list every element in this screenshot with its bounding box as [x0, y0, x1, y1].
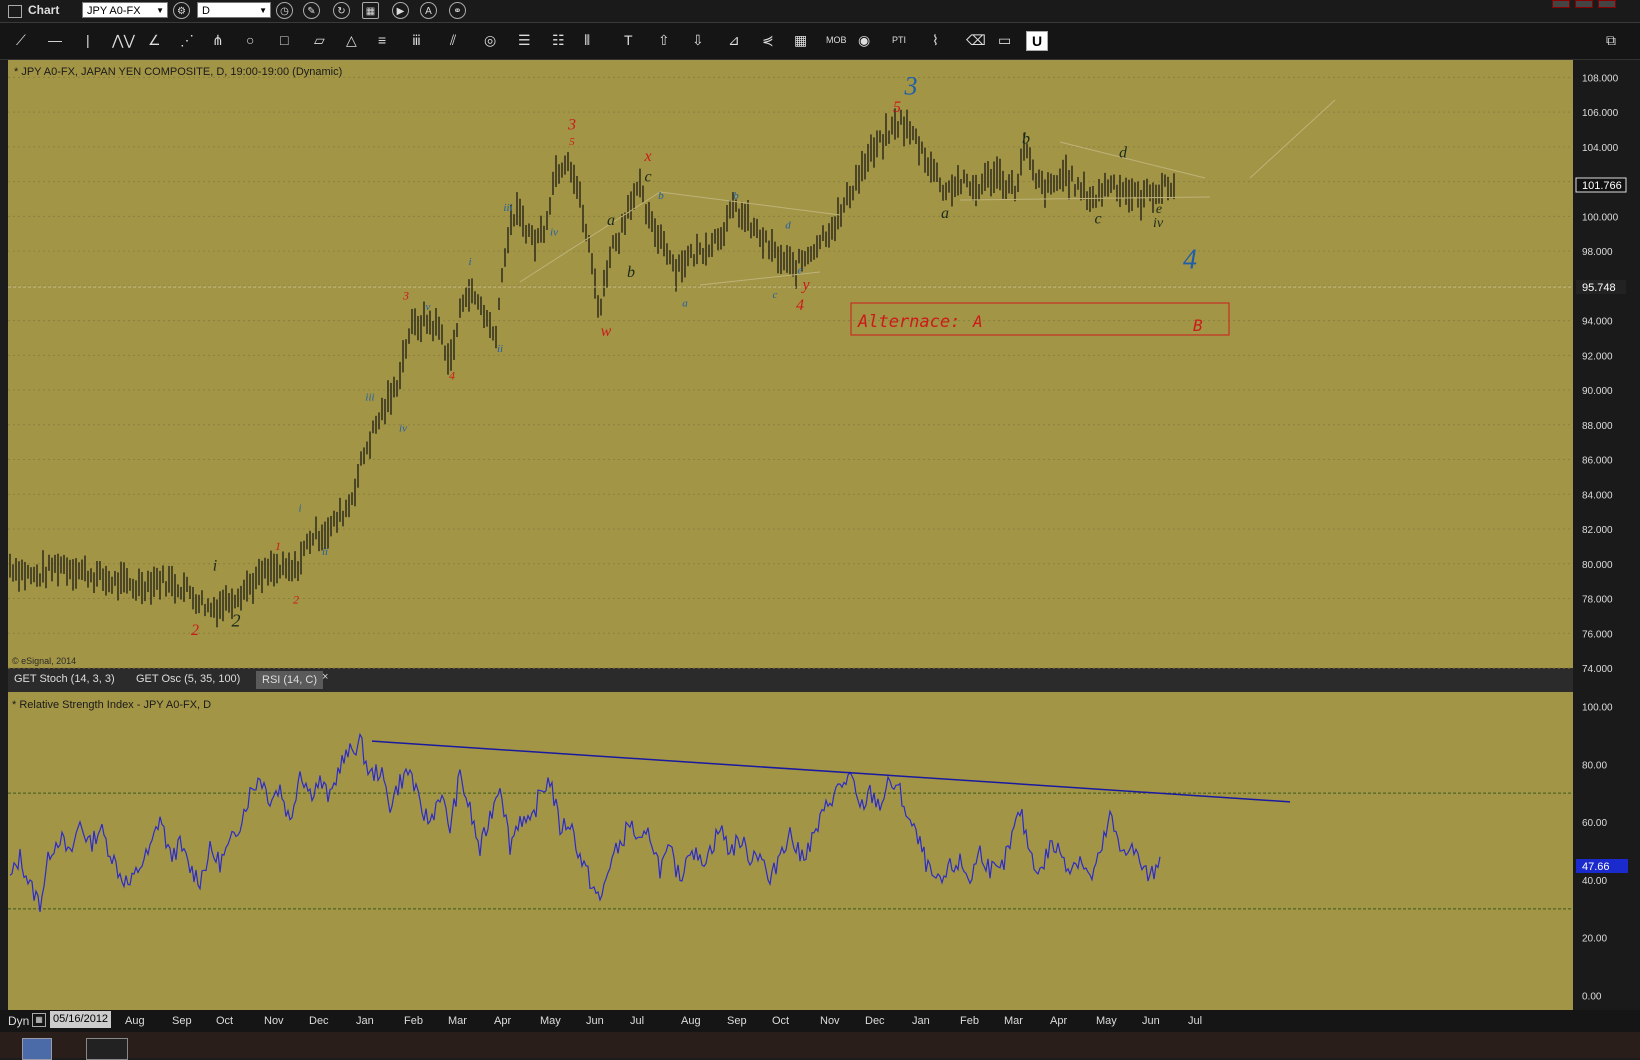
wave-label: a — [941, 205, 949, 222]
wave-label: b — [658, 190, 664, 202]
chart-header: * JPY A0-FX, JAPAN YEN COMPOSITE, D, 19:… — [14, 66, 342, 78]
price-tick-label: 98.000 — [1582, 247, 1613, 258]
price-tick-label: 74.000 — [1582, 664, 1613, 675]
rsi-line-group — [9, 732, 1291, 912]
wave-label: d — [785, 220, 791, 232]
alternative-a: A — [972, 312, 983, 331]
wave-label: iv — [399, 423, 407, 435]
price-tick-label: 108.000 — [1582, 73, 1619, 84]
wave-label: a — [607, 212, 615, 229]
wave-label: 5 — [569, 136, 575, 148]
price-tick-label: 94.000 — [1582, 317, 1613, 328]
price-tick-labels: 108.000106.000104.000102.000100.00098.00… — [1582, 73, 1619, 675]
price-tick-label: 84.000 — [1582, 490, 1613, 501]
rsi-tick-label: 20.00 — [1582, 934, 1607, 945]
price-tick-label: 92.000 — [1582, 351, 1613, 362]
wave-label: 3 — [904, 72, 918, 101]
rsi-tick-labels: 100.00 80.00 60.00 40.00 20.00 0.00 — [1582, 702, 1613, 1002]
wave-label: i — [468, 256, 471, 268]
wave-label: 2 — [191, 622, 199, 639]
wave-label: c — [1094, 210, 1101, 227]
wave-label: a — [682, 298, 688, 310]
rsi-header: * Relative Strength Index - JPY A0-FX, D — [12, 699, 211, 711]
wave-label: 4 — [449, 369, 455, 383]
price-tick-label: 80.000 — [1582, 560, 1613, 571]
price-tick-label: 78.000 — [1582, 595, 1613, 606]
wave-label: b — [733, 190, 739, 202]
wave-label: ii — [322, 546, 328, 558]
price-tick-label: 82.000 — [1582, 525, 1613, 536]
wave-label: d — [1119, 144, 1128, 161]
wave-label: iii — [365, 391, 374, 403]
wave-label: x — [643, 148, 651, 165]
price-tick-label: 104.000 — [1582, 143, 1619, 154]
wave-label: iv — [1153, 216, 1164, 231]
wave-label: e — [1156, 202, 1162, 217]
alternative-b: B — [1193, 316, 1203, 335]
rsi-tick-label: 40.00 — [1582, 876, 1607, 887]
trendline — [1059, 141, 1206, 179]
wave-label: 4 — [1183, 244, 1197, 275]
trendline — [659, 191, 841, 216]
wave-label: w — [601, 323, 612, 340]
wave-label: iv — [550, 226, 558, 238]
rsi-gridlines — [8, 792, 1573, 910]
wave-label: iii — [503, 202, 512, 214]
rsi-line — [9, 732, 1161, 912]
price-gridlines — [8, 76, 1573, 669]
wave-label: e — [798, 265, 803, 277]
trendline — [959, 196, 1211, 201]
rsi-tick-label: 100.00 — [1582, 702, 1613, 713]
rsi-tick-label: 0.00 — [1582, 992, 1602, 1003]
price-tick-label: 88.000 — [1582, 421, 1613, 432]
wave-label: 3 — [567, 116, 576, 133]
trendline — [1249, 99, 1336, 179]
wave-label: 2 — [293, 593, 299, 607]
wave-label: 4 — [796, 297, 804, 314]
price-tick-label: 100.000 — [1582, 212, 1619, 223]
wave-label: v — [426, 301, 431, 313]
wave-label: b — [627, 264, 635, 281]
rsi-value-label: 47.66 — [1582, 861, 1610, 873]
wave-label: i — [213, 558, 217, 575]
wave-label: b — [1022, 130, 1030, 147]
rsi-tick-label: 60.00 — [1582, 818, 1607, 829]
last-price-label: 101.766 — [1582, 180, 1622, 192]
price-tick-label: 90.000 — [1582, 386, 1613, 397]
copyright-label: © eSignal, 2014 — [12, 656, 76, 666]
price-tick-label: 86.000 — [1582, 456, 1613, 467]
price-bars — [9, 108, 1175, 628]
alternative-label: Alternace: — [857, 312, 960, 332]
wave-label: c — [773, 289, 778, 301]
crosshair-price-label: 95.748 — [1582, 282, 1616, 294]
wave-label: 1 — [275, 539, 281, 553]
rsi-tick-label: 80.00 — [1582, 760, 1607, 771]
wave-label: 3 — [402, 289, 409, 303]
wave-label: ii — [497, 343, 503, 355]
wave-label: 5 — [893, 99, 901, 116]
price-tick-label: 76.000 — [1582, 629, 1613, 640]
wave-label: y — [800, 276, 810, 293]
price-tick-label: 106.000 — [1582, 108, 1619, 119]
wave-label: i — [298, 503, 301, 515]
wave-label: 2 — [232, 610, 241, 630]
wave-label: c — [644, 169, 651, 186]
chart-canvas: i2212iiiiiiivv34iiiiiiiv35abwxcbabcdey45… — [8, 66, 1628, 1003]
